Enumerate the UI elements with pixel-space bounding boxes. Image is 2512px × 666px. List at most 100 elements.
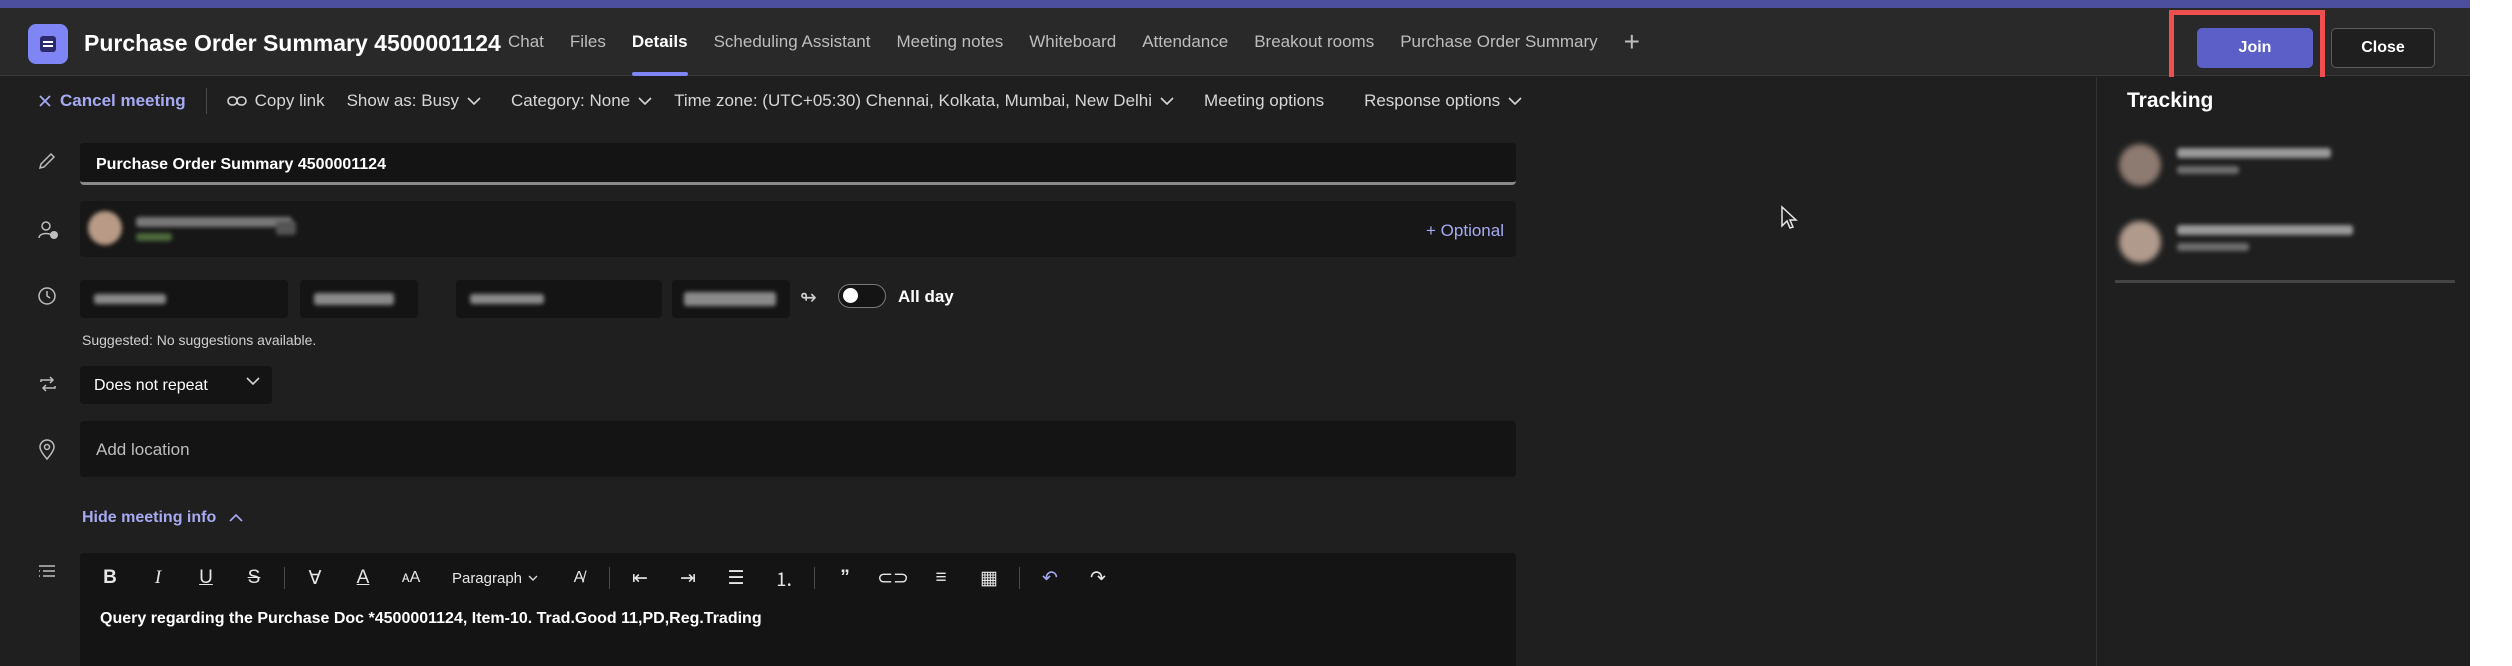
italic-icon[interactable]: I [140,563,176,593]
accent-bar [0,0,2470,8]
tracking-divider [2115,280,2455,283]
start-time-redacted [314,293,394,305]
tracking-panel: Tracking [2096,77,2470,666]
tab-meeting-notes[interactable]: Meeting notes [896,8,1003,76]
tab-whiteboard[interactable]: Whiteboard [1029,8,1116,76]
mouse-pointer-icon [1781,205,1798,229]
tab-breakout-rooms[interactable]: Breakout rooms [1254,8,1374,76]
show-as-dropdown[interactable]: Show as: Busy [347,91,489,111]
highlight-icon[interactable]: ∀ [297,563,333,593]
chevron-up-icon [229,513,243,522]
hide-meeting-info-label: Hide meeting info [82,509,217,526]
add-people-icon [38,221,58,239]
underline-icon[interactable]: U [188,563,224,593]
duration-icon: ↬ [800,287,817,309]
editor-divider [284,567,285,589]
meeting-tabs: Chat Files Details Scheduling Assistant … [508,8,1666,76]
attendee-info-redacted [2177,148,2331,174]
font-size-icon[interactable]: ᴀA [393,563,429,593]
repeat-dropdown[interactable]: Does not repeat [80,366,272,404]
quote-icon[interactable]: ” [827,563,863,593]
start-date-redacted [94,294,166,304]
meeting-options-button[interactable]: Meeting options [1204,91,1324,111]
link-icon [226,96,247,106]
chevron-down-icon [1508,96,1522,105]
join-button[interactable]: Join [2197,28,2313,68]
toolbar-divider [205,88,207,114]
hide-meeting-info-link[interactable]: Hide meeting info [82,509,243,527]
end-date-input[interactable] [456,280,662,318]
avatar [2119,144,2161,186]
paragraph-dropdown[interactable]: Paragraph [441,563,549,593]
editor-divider [814,567,815,589]
all-day-toggle[interactable] [838,284,886,308]
copy-link-label: Copy link [254,91,325,110]
response-options-dropdown[interactable]: Response options [1364,91,1530,111]
paragraph-label: Paragraph [451,569,523,587]
cancel-meeting-label: Cancel meeting [60,91,186,110]
chevron-down-icon [1160,96,1174,105]
attendee-name-redacted [136,217,292,227]
category-dropdown[interactable]: Category: None [511,91,660,111]
horizontal-rule-icon[interactable]: ≡ [923,563,959,593]
start-time-input[interactable] [300,280,418,318]
link-icon[interactable]: ⊂⊃ [875,563,911,593]
window-edge [2470,0,2512,666]
attendee-remove-redacted [276,221,296,235]
chevron-down-icon [638,96,652,105]
table-icon[interactable]: ▦ [971,563,1007,593]
meeting-title-input[interactable]: Purchase Order Summary 4500001124 [80,143,1516,185]
attendees-input[interactable]: + Optional [80,201,1516,257]
cancel-meeting-button[interactable]: Cancel meeting [38,91,186,111]
time-zone-label: Time zone: (UTC+05:30) Chennai, Kolkata,… [674,91,1153,110]
close-button[interactable]: Close [2331,28,2435,68]
clock-icon [38,287,56,305]
location-pin-icon [39,439,55,461]
tab-scheduling-assistant[interactable]: Scheduling Assistant [714,8,871,76]
clear-format-icon[interactable]: A̸ [561,563,597,593]
decrease-indent-icon[interactable]: ⇤ [622,563,658,593]
optional-attendees-link[interactable]: + Optional [1426,221,1504,241]
tracking-attendee-row [2119,209,2459,273]
add-tab-icon[interactable]: + [1624,8,1640,76]
bulleted-list-icon[interactable]: ☰ [718,563,754,593]
location-input[interactable]: Add location [80,421,1516,477]
editor-divider [1019,567,1020,589]
all-day-label: All day [898,287,954,306]
tab-chat[interactable]: Chat [508,8,544,76]
time-zone-dropdown[interactable]: Time zone: (UTC+05:30) Chennai, Kolkata,… [674,91,1182,111]
suggestion-text: Suggested: No suggestions available. [82,332,317,348]
tracking-title: Tracking [2127,89,2214,112]
close-icon [39,95,51,107]
end-time-input[interactable] [672,280,790,318]
font-color-icon[interactable]: A [345,563,381,593]
avatar [2119,221,2161,263]
tab-details[interactable]: Details [631,8,688,76]
bold-icon[interactable]: B [92,563,128,593]
numbered-list-icon[interactable]: ⒈ [766,563,802,593]
tracking-attendee-row [2119,132,2459,196]
calendar-app-icon [28,24,68,64]
category-label: Category: None [511,91,631,110]
description-text: Query regarding the Purchase Doc *450000… [100,610,762,627]
chevron-down-icon [467,96,481,105]
tab-attendance[interactable]: Attendance [1142,8,1228,76]
description-editor[interactable]: B I U S ∀ A ᴀA Paragraph A̸ ⇤ ⇥ ☰ ⒈ ” ⊂⊃… [80,553,1516,666]
undo-icon[interactable]: ↶ [1032,563,1068,593]
attendee-status-redacted [136,233,172,241]
tab-purchase-order-summary[interactable]: Purchase Order Summary [1400,8,1597,76]
tab-files[interactable]: Files [570,8,606,76]
attendee-avatar [88,211,122,245]
end-date-redacted [470,294,544,304]
meeting-toolbar: Cancel meeting Copy link Show as: Busy C… [0,77,2096,125]
meeting-title: Purchase Order Summary 4500001124 [84,30,501,56]
attendee-info-redacted [2177,225,2353,251]
start-date-input[interactable] [80,280,288,318]
show-as-label: Show as: Busy [346,91,460,110]
strikethrough-icon[interactable]: S [236,563,272,593]
redo-icon[interactable]: ↷ [1080,563,1116,593]
copy-link-button[interactable]: Copy link [226,91,325,111]
increase-indent-icon[interactable]: ⇥ [670,563,706,593]
editor-divider [609,567,610,589]
editor-toolbar: B I U S ∀ A ᴀA Paragraph A̸ ⇤ ⇥ ☰ ⒈ ” ⊂⊃… [92,563,1128,593]
